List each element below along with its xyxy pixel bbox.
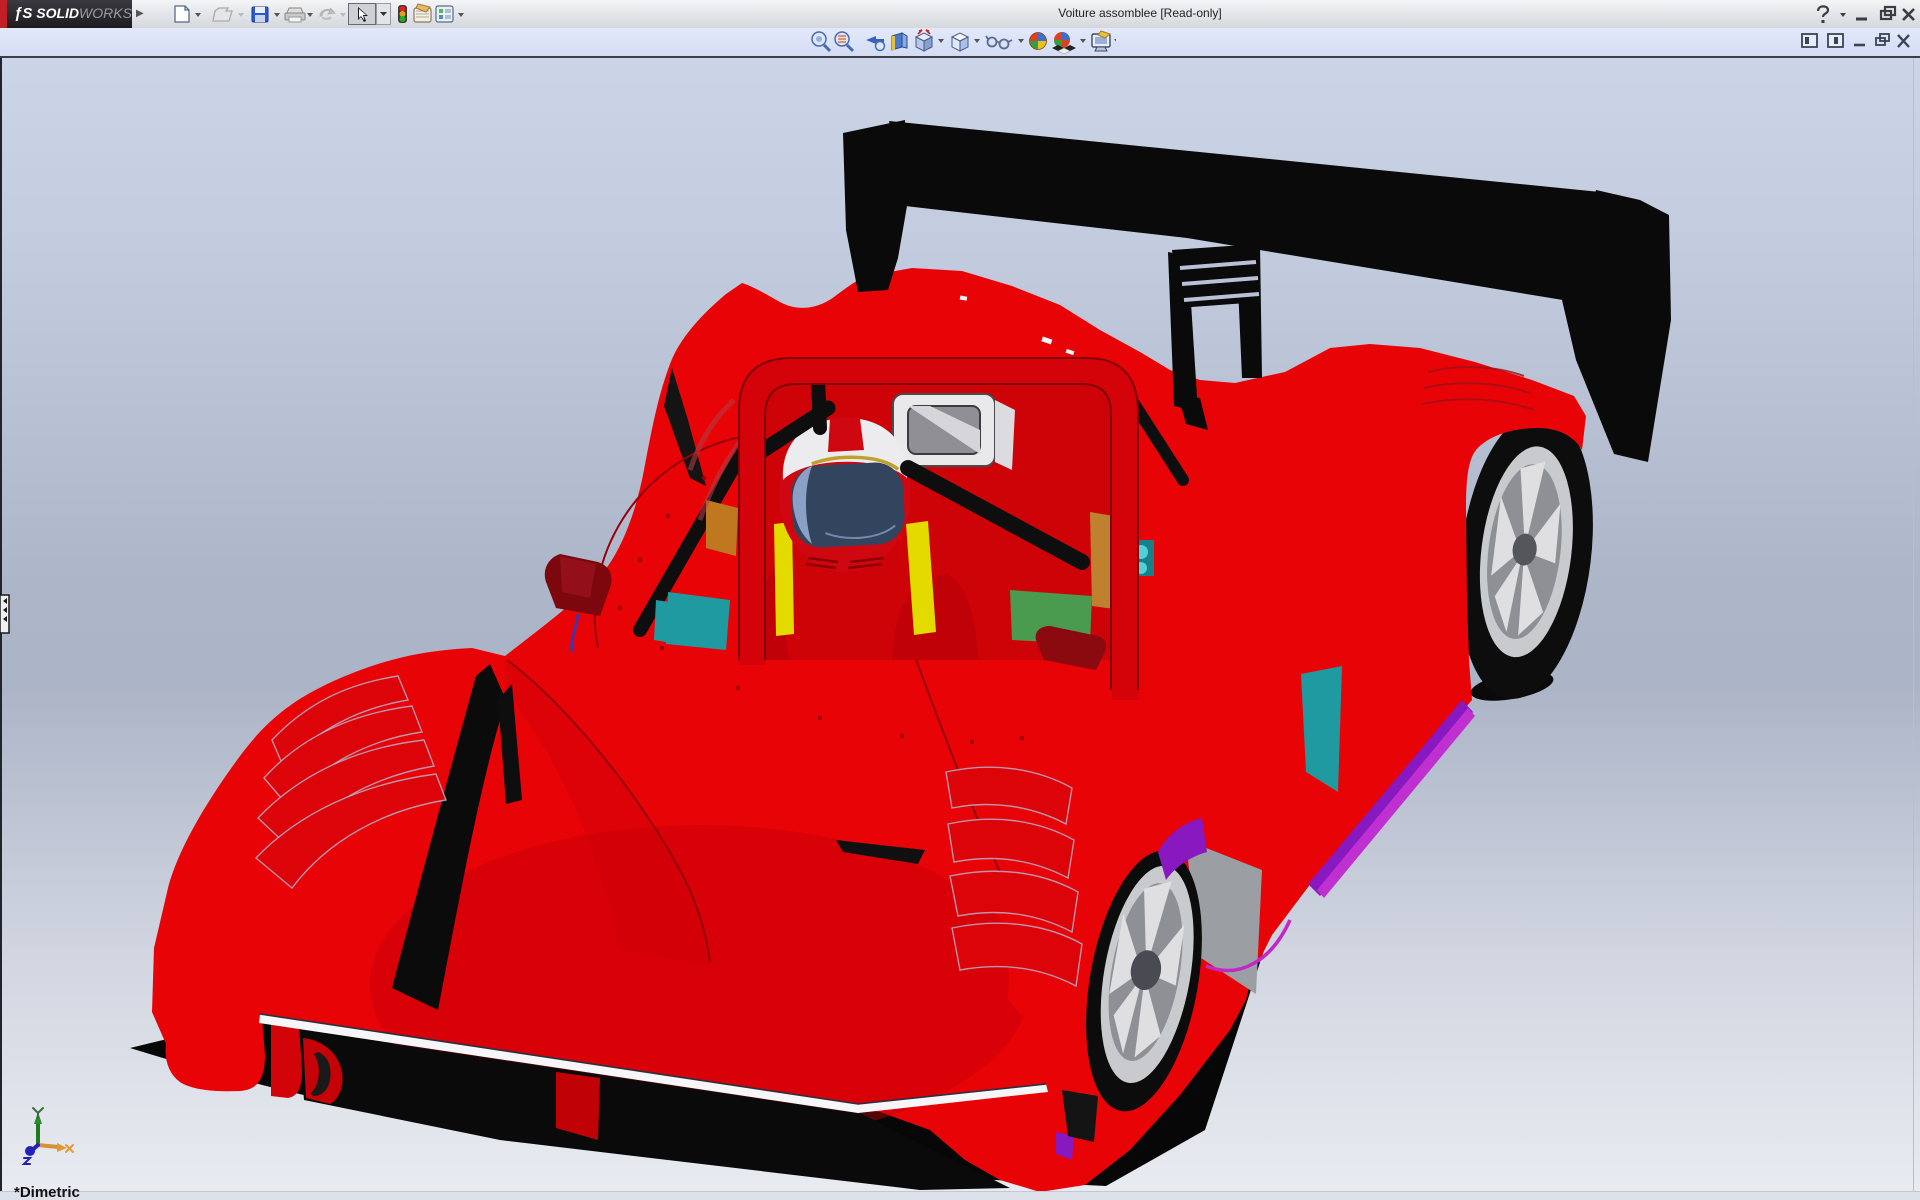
svg-text:*Dimetric: *Dimetric (14, 1184, 80, 1200)
